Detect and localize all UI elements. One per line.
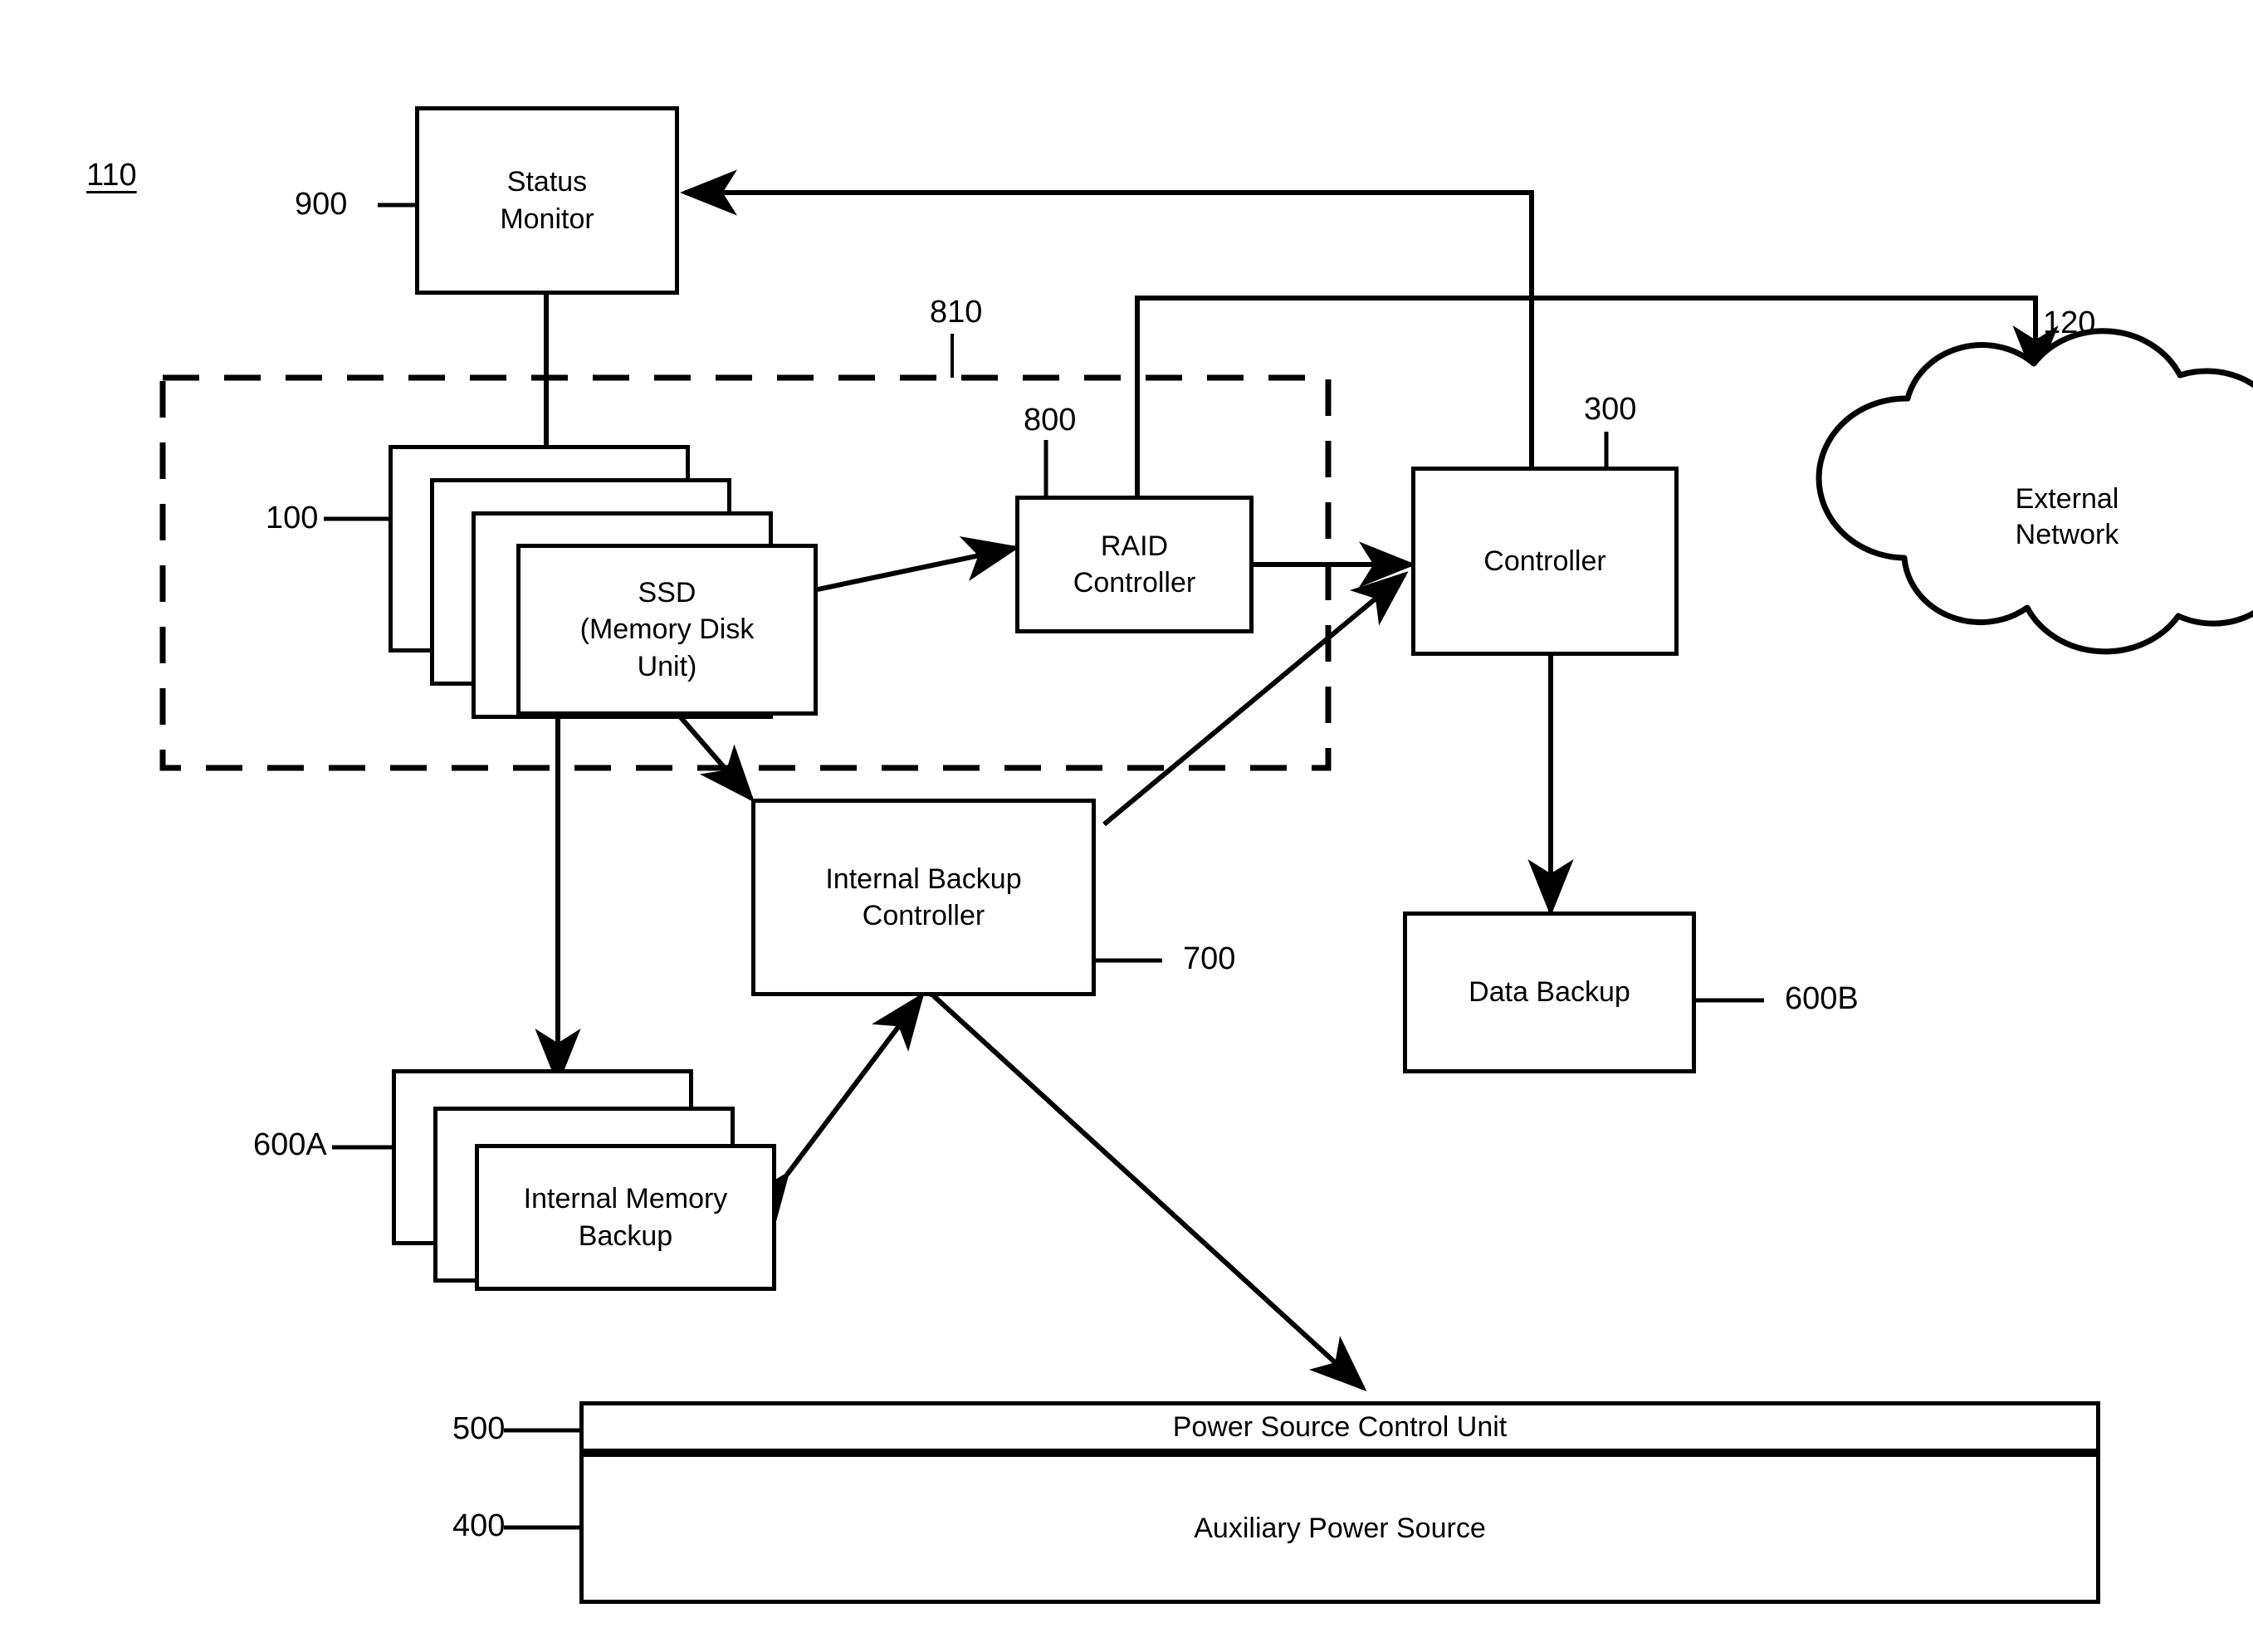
data-backup-label: Data Backup — [1469, 976, 1630, 1009]
ref-300: 300 — [1584, 392, 1637, 427]
ref-810: 810 — [930, 295, 983, 330]
power-source-control-unit-block[interactable]: Power Source Control Unit — [579, 1401, 2100, 1453]
ref-800: 800 — [1024, 403, 1077, 437]
ref-400: 400 — [452, 1508, 506, 1543]
status-monitor-label: Status Monitor — [500, 166, 594, 235]
wire-imb-ibc — [737, 992, 925, 1230]
internal-memory-backup-label: Internal Memory Backup — [523, 1183, 728, 1252]
ref-120: 120 — [2043, 305, 2096, 340]
raid-controller-block[interactable]: RAID Controller — [1015, 496, 1254, 633]
ref-600b: 600B — [1785, 981, 1859, 1016]
auxiliary-power-source-label: Auxiliary Power Source — [1194, 1512, 1486, 1544]
auxiliary-power-source-block[interactable]: Auxiliary Power Source — [579, 1453, 2100, 1604]
ref-900: 900 — [295, 187, 348, 222]
controller-label: Controller — [1483, 545, 1606, 577]
ref-500: 500 — [452, 1411, 506, 1446]
power-source-control-unit-label: Power Source Control Unit — [1172, 1410, 1508, 1443]
internal-memory-backup-block[interactable]: Internal Memory Backup — [475, 1144, 776, 1291]
ref-600a: 600A — [253, 1127, 327, 1162]
wire-ibc-power-source-control — [879, 944, 1367, 1392]
patent-figure-canvas: 110 900 810 100 800 300 120 700 600B 600… — [0, 0, 2253, 1652]
internal-backup-controller-block[interactable]: Internal Backup Controller — [751, 799, 1096, 996]
ref-system-110: 110 — [86, 158, 137, 193]
wire-ssd-ibc — [622, 655, 755, 803]
controller-block[interactable]: Controller — [1411, 467, 1679, 656]
ref-700: 700 — [1183, 941, 1236, 976]
raid-controller-label: RAID Controller — [1073, 530, 1196, 599]
data-backup-block[interactable]: Data Backup — [1403, 912, 1696, 1073]
wire-controller-to-status-monitor — [680, 169, 1534, 467]
internal-backup-controller-label: Internal Backup Controller — [825, 863, 1022, 931]
ssd-block[interactable]: SSD (Memory Disk Unit) — [516, 544, 818, 716]
external-network-label: External Network — [2015, 483, 2119, 550]
ssd-label: SSD (Memory Disk Unit) — [579, 577, 755, 682]
status-monitor-block[interactable]: Status Monitor — [415, 106, 679, 295]
wire-ssd-raid — [761, 535, 1020, 623]
ref-100: 100 — [266, 501, 319, 535]
